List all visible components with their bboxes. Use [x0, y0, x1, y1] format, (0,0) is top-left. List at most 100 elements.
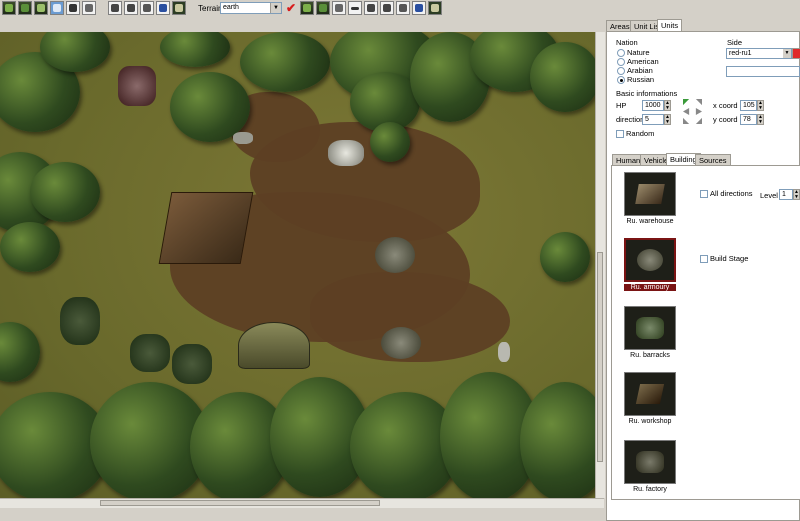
tower-building[interactable]: [60, 297, 100, 345]
tree2-tool-icon[interactable]: [316, 1, 330, 15]
terrain-select[interactable]: earth ▼: [220, 2, 282, 14]
vehicle-tool-icon[interactable]: [140, 1, 154, 15]
nation-radio-russian[interactable]: [617, 76, 625, 84]
select-tool-icon[interactable]: [50, 1, 64, 15]
building-list-item[interactable]: Ru. workshop: [624, 372, 676, 425]
direction-spinner[interactable]: ▲ ▼: [664, 114, 671, 125]
scrollbar-thumb[interactable]: [100, 500, 380, 506]
nation-radio-arabian[interactable]: [617, 67, 625, 75]
building-list-item[interactable]: Ru. armoury: [624, 238, 676, 291]
tree-tool-icon[interactable]: [18, 1, 32, 15]
forest-tool-icon[interactable]: [2, 1, 16, 15]
units2-tool-icon[interactable]: [364, 1, 378, 15]
mammoth-unit[interactable]: [118, 66, 156, 106]
brush2-tool-icon[interactable]: [332, 1, 346, 15]
x-coord-input[interactable]: 105: [740, 100, 757, 111]
level-value: 1: [782, 191, 786, 198]
side-extra-field[interactable]: [726, 66, 800, 77]
level-input[interactable]: 1: [779, 189, 793, 200]
side-color-swatch[interactable]: [792, 48, 800, 59]
tab-sources[interactable]: Sources: [695, 154, 731, 165]
map-viewport[interactable]: [0, 32, 595, 498]
arrow-north-east-icon[interactable]: [695, 99, 702, 106]
animal-unit[interactable]: [233, 132, 253, 144]
building-list-item[interactable]: Ru. factory: [624, 440, 676, 493]
side-select-value: red-ru1: [729, 50, 752, 57]
tab-units[interactable]: Units: [657, 19, 683, 31]
barracks-building-icon: [636, 317, 664, 339]
basic-info-label: Basic informations: [616, 89, 678, 98]
x-coord-value: 105: [743, 102, 755, 109]
building-name: Ru. workshop: [628, 418, 672, 425]
scrollbar-thumb[interactable]: [597, 252, 603, 462]
ape-tool-icon[interactable]: [156, 1, 170, 15]
tent-building[interactable]: [238, 322, 310, 369]
nation-label: Nation: [616, 38, 638, 47]
arrow-west-icon[interactable]: [683, 108, 690, 115]
nation-radio-nature[interactable]: [617, 49, 625, 57]
tree: [540, 232, 590, 282]
all-directions-checkbox[interactable]: [700, 190, 708, 198]
armoury-building[interactable]: [375, 237, 415, 273]
ape2-tool-icon[interactable]: [412, 1, 426, 15]
tower-building[interactable]: [130, 334, 170, 372]
armoury-building[interactable]: [381, 327, 421, 359]
arrow-north-west-icon[interactable]: [683, 99, 690, 106]
hp-input[interactable]: 1000: [642, 100, 664, 111]
y-coord-spinner[interactable]: ▲ ▼: [757, 114, 764, 125]
brush-tool-icon[interactable]: [82, 1, 96, 15]
terrain-label: Terrain: [198, 4, 223, 13]
building-list-item[interactable]: Ru. warehouse: [624, 172, 676, 225]
arrow-east-icon[interactable]: [695, 108, 702, 115]
y-coord-input[interactable]: 78: [740, 114, 757, 125]
direction-label: direction: [616, 115, 645, 124]
map-horizontal-scrollbar[interactable]: [0, 498, 604, 508]
x-coord-spinner[interactable]: ▲ ▼: [757, 100, 764, 111]
tree: [240, 32, 330, 92]
tree: [0, 222, 60, 272]
hp-value: 1000: [645, 102, 661, 109]
random-checkbox[interactable]: [616, 130, 624, 138]
tab-label: Sources: [699, 156, 727, 165]
checkmark-icon[interactable]: ✔: [286, 2, 296, 14]
units-tool-icon[interactable]: [108, 1, 122, 15]
chevron-down-icon[interactable]: ▼: [783, 49, 791, 58]
all-directions-label: All directions: [710, 189, 753, 198]
building-list-item[interactable]: Ru. barracks: [624, 306, 676, 359]
forest2-tool-icon[interactable]: [300, 1, 314, 15]
skeleton-unit[interactable]: [328, 140, 364, 166]
arrow-south-east-icon[interactable]: [695, 117, 702, 124]
human-tool-icon[interactable]: [66, 1, 80, 15]
build-stage-checkbox[interactable]: [700, 255, 708, 263]
direction-input[interactable]: 5: [642, 114, 664, 125]
hp-spinner[interactable]: ▲ ▼: [664, 100, 671, 111]
chevron-down-icon[interactable]: ▼: [270, 3, 281, 13]
tower-building[interactable]: [172, 344, 212, 384]
nation-option-label: Russian: [627, 75, 655, 84]
level-spinner[interactable]: ▲ ▼: [793, 189, 800, 200]
side-label: Side: [727, 38, 743, 47]
people2-tool-icon[interactable]: [380, 1, 394, 15]
people-tool-icon[interactable]: [124, 1, 138, 15]
workshop-building-icon: [635, 384, 665, 404]
building2-tool-icon[interactable]: [428, 1, 442, 15]
tree: [30, 162, 100, 222]
map-vertical-scrollbar[interactable]: [595, 32, 605, 498]
nation-option-label: Arabian: [627, 66, 653, 75]
building-tool-icon[interactable]: [172, 1, 186, 15]
side-select[interactable]: red-ru1 ▼: [726, 48, 792, 59]
y-coord-value: 78: [743, 116, 751, 123]
armoury-building-icon: [637, 249, 663, 271]
nation-radio-american[interactable]: [617, 58, 625, 66]
erase-tool-icon[interactable]: [348, 1, 362, 15]
tree: [530, 42, 595, 112]
y-coord-label: y coord: [713, 115, 738, 124]
building-name: Ru. factory: [633, 486, 667, 493]
area-tool-icon[interactable]: [34, 1, 48, 15]
vehicle2-tool-icon[interactable]: [396, 1, 410, 15]
toolbar: Terrain earth ▼ ✔: [0, 0, 800, 19]
soldier-unit[interactable]: [498, 342, 510, 362]
tree: [370, 122, 410, 162]
arrow-south-west-icon[interactable]: [683, 117, 690, 124]
warehouse-building[interactable]: [158, 192, 254, 264]
